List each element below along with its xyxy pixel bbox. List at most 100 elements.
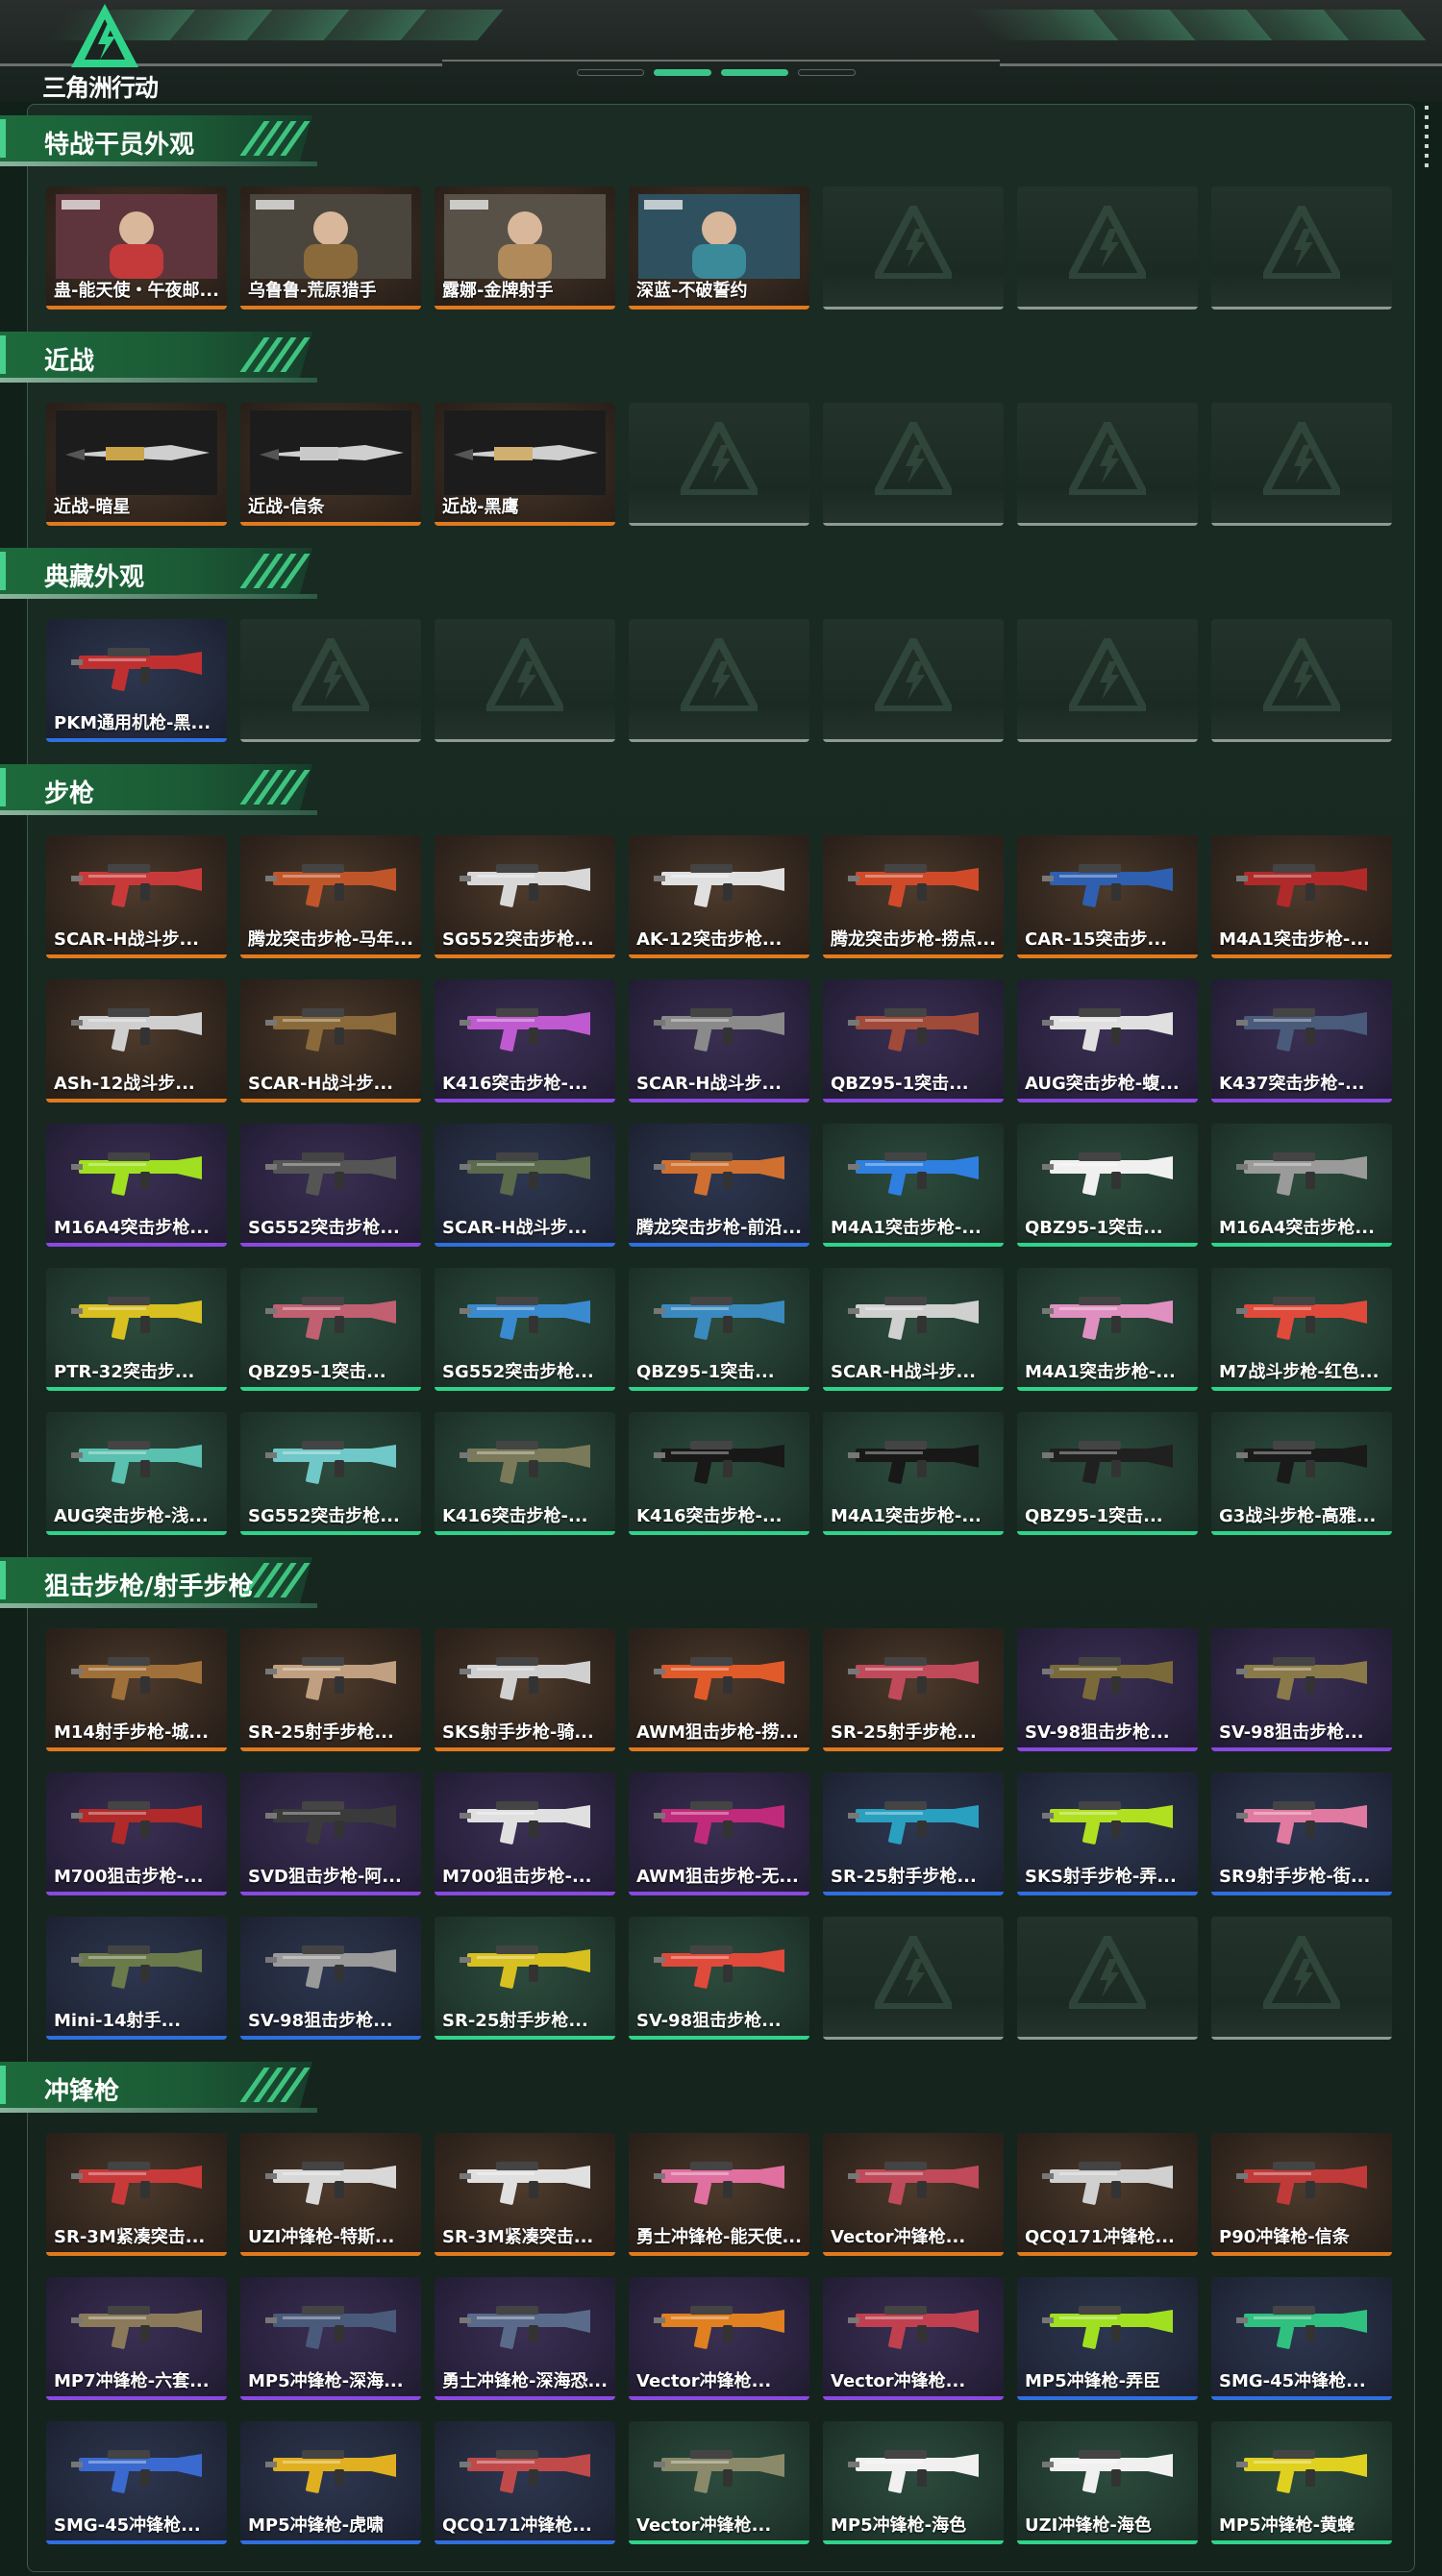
- empty-slot: [240, 619, 421, 742]
- skin-card[interactable]: K416突击步枪-...: [435, 979, 615, 1102]
- skin-card[interactable]: SG552突击步枪...: [240, 1124, 421, 1247]
- skin-name: 蛊-能天使・午夜邮...: [54, 281, 219, 301]
- skin-card[interactable]: M14射手步枪-城...: [46, 1628, 227, 1751]
- skin-card[interactable]: QCQ171冲锋枪...: [435, 2421, 615, 2544]
- skin-name: M4A1突击步枪-...: [831, 1218, 982, 1238]
- skin-card[interactable]: 深蓝-不破誓约: [629, 186, 809, 310]
- skin-card[interactable]: SV-98狙击步枪...: [629, 1917, 809, 2040]
- skin-card[interactable]: SG552突击步枪...: [435, 1268, 615, 1391]
- skin-card[interactable]: AUG突击步枪-浅...: [46, 1412, 227, 1535]
- skin-card[interactable]: Mini-14射手...: [46, 1917, 227, 2040]
- skin-card[interactable]: 勇士冲锋枪-能天使...: [629, 2133, 809, 2256]
- skin-name: SR-25射手步枪...: [831, 1722, 977, 1743]
- smg-icon: [1040, 2289, 1175, 2358]
- empty-slot-icon: [1258, 199, 1345, 281]
- skin-card[interactable]: Vector冲锋枪...: [823, 2133, 1004, 2256]
- skin-card[interactable]: SR9射手步枪-街...: [1211, 1772, 1392, 1895]
- skin-card[interactable]: SR-25射手步枪...: [823, 1772, 1004, 1895]
- skin-card[interactable]: SR-3M紧凑突击...: [46, 2133, 227, 2256]
- skin-card[interactable]: Vector冲锋枪...: [629, 2277, 809, 2400]
- skin-card[interactable]: PKM通用机枪-黑...: [46, 619, 227, 742]
- skin-card[interactable]: SR-25射手步枪...: [435, 1917, 615, 2040]
- skin-card[interactable]: SCAR-H战斗步...: [46, 835, 227, 958]
- skin-card[interactable]: SMG-45冲锋枪...: [1211, 2277, 1392, 2400]
- rarity-bar: [46, 954, 227, 958]
- skin-card[interactable]: SCAR-H战斗步...: [240, 979, 421, 1102]
- skin-card[interactable]: UZI冲锋枪-特斯...: [240, 2133, 421, 2256]
- skin-card[interactable]: QBZ95-1突击...: [240, 1268, 421, 1391]
- skin-card[interactable]: AWM狙击步枪-无...: [629, 1772, 809, 1895]
- skin-card[interactable]: M4A1突击步枪-...: [1017, 1268, 1198, 1391]
- skin-card[interactable]: MP5冲锋枪-黄蜂: [1211, 2421, 1392, 2544]
- skin-card[interactable]: Vector冲锋枪...: [823, 2277, 1004, 2400]
- skin-card[interactable]: SKS射手步枪-弄...: [1017, 1772, 1198, 1895]
- skin-card[interactable]: 近战-暗星: [46, 403, 227, 526]
- skin-card[interactable]: M16A4突击步枪...: [1211, 1124, 1392, 1247]
- skin-card[interactable]: M4A1突击步枪-...: [1211, 835, 1392, 958]
- skin-card[interactable]: QBZ95-1突击...: [1017, 1412, 1198, 1535]
- rarity-bar: [46, 1531, 227, 1535]
- skin-name: MP5冲锋枪-黄蜂: [1219, 2515, 1355, 2536]
- skin-card[interactable]: MP5冲锋枪-虎啸: [240, 2421, 421, 2544]
- skin-card[interactable]: CAR-15突击步...: [1017, 835, 1198, 958]
- skin-card[interactable]: M700狙击步枪-...: [435, 1772, 615, 1895]
- skin-card[interactable]: Vector冲锋枪...: [629, 2421, 809, 2544]
- skin-card[interactable]: 露娜-金牌射手: [435, 186, 615, 310]
- skin-card[interactable]: 近战-信条: [240, 403, 421, 526]
- skin-card[interactable]: SR-3M紧凑突击...: [435, 2133, 615, 2256]
- skin-card[interactable]: AK-12突击步枪...: [629, 835, 809, 958]
- skin-card[interactable]: SCAR-H战斗步...: [823, 1268, 1004, 1391]
- skin-card[interactable]: SKS射手步枪-骑...: [435, 1628, 615, 1751]
- skin-card[interactable]: SCAR-H战斗步...: [629, 979, 809, 1102]
- skin-card[interactable]: QBZ95-1突击...: [1017, 1124, 1198, 1247]
- skin-card[interactable]: M16A4突击步枪...: [46, 1124, 227, 1247]
- skin-card[interactable]: 勇士冲锋枪-深海恐...: [435, 2277, 615, 2400]
- skin-card[interactable]: SV-98狙击步枪...: [240, 1917, 421, 2040]
- skin-card[interactable]: AWM狙击步枪-捞...: [629, 1628, 809, 1751]
- skin-card[interactable]: SR-25射手步枪...: [823, 1628, 1004, 1751]
- rifle-icon: [1040, 991, 1175, 1060]
- skin-card[interactable]: QBZ95-1突击...: [823, 979, 1004, 1102]
- skin-card[interactable]: SV-98狙击步枪...: [1211, 1628, 1392, 1751]
- rarity-bar: [240, 2036, 421, 2040]
- skin-card[interactable]: 乌鲁鲁-荒原猎手: [240, 186, 421, 310]
- skin-card[interactable]: SG552突击步枪...: [435, 835, 615, 958]
- rarity-bar: [46, 306, 227, 310]
- skin-card[interactable]: SVD狙击步枪-阿...: [240, 1772, 421, 1895]
- skin-card[interactable]: MP5冲锋枪-海色: [823, 2421, 1004, 2544]
- skin-card[interactable]: 蛊-能天使・午夜邮...: [46, 186, 227, 310]
- skin-card[interactable]: G3战斗步枪-高雅...: [1211, 1412, 1392, 1535]
- skin-card[interactable]: PTR-32突击步...: [46, 1268, 227, 1391]
- skin-card[interactable]: K437突击步枪-...: [1211, 979, 1392, 1102]
- skin-card[interactable]: 腾龙突击步枪-马年...: [240, 835, 421, 958]
- skin-card[interactable]: MP5冲锋枪-弄臣: [1017, 2277, 1198, 2400]
- skin-card[interactable]: QBZ95-1突击...: [629, 1268, 809, 1391]
- skin-card[interactable]: K416突击步枪-...: [435, 1412, 615, 1535]
- skin-card[interactable]: SV-98狙击步枪...: [1017, 1628, 1198, 1751]
- skin-card[interactable]: P90冲锋枪-信条: [1211, 2133, 1392, 2256]
- skin-card[interactable]: UZI冲锋枪-海色: [1017, 2421, 1198, 2544]
- skin-card[interactable]: 腾龙突击步枪-捞点...: [823, 835, 1004, 958]
- rarity-bar: [823, 2252, 1004, 2256]
- skin-card[interactable]: M4A1突击步枪-...: [823, 1124, 1004, 1247]
- section-header: 典藏外观: [0, 548, 317, 600]
- skin-card[interactable]: SCAR-H战斗步...: [435, 1124, 615, 1247]
- skin-card[interactable]: M700狙击步枪-...: [46, 1772, 227, 1895]
- sniper-rifle-icon: [458, 1784, 592, 1853]
- skin-card[interactable]: QCQ171冲锋枪...: [1017, 2133, 1198, 2256]
- scroll-indicator[interactable]: [1424, 106, 1430, 173]
- skin-card[interactable]: 近战-黑鹰: [435, 403, 615, 526]
- skin-card[interactable]: SR-25射手步枪...: [240, 1628, 421, 1751]
- skin-card[interactable]: K416突击步枪-...: [629, 1412, 809, 1535]
- skin-card[interactable]: AUG突击步枪-蝮...: [1017, 979, 1198, 1102]
- skin-card[interactable]: M7战斗步枪-红色...: [1211, 1268, 1392, 1391]
- skin-card[interactable]: SMG-45冲锋枪...: [46, 2421, 227, 2544]
- skin-card[interactable]: SG552突击步枪...: [240, 1412, 421, 1535]
- rarity-bar: [1017, 1099, 1198, 1102]
- rifle-icon: [1234, 1424, 1369, 1493]
- skin-card[interactable]: MP5冲锋枪-深海...: [240, 2277, 421, 2400]
- skin-card[interactable]: 腾龙突击步枪-前沿...: [629, 1124, 809, 1247]
- skin-card[interactable]: M4A1突击步枪-...: [823, 1412, 1004, 1535]
- skin-card[interactable]: MP7冲锋枪-六套...: [46, 2277, 227, 2400]
- skin-card[interactable]: ASh-12战斗步...: [46, 979, 227, 1102]
